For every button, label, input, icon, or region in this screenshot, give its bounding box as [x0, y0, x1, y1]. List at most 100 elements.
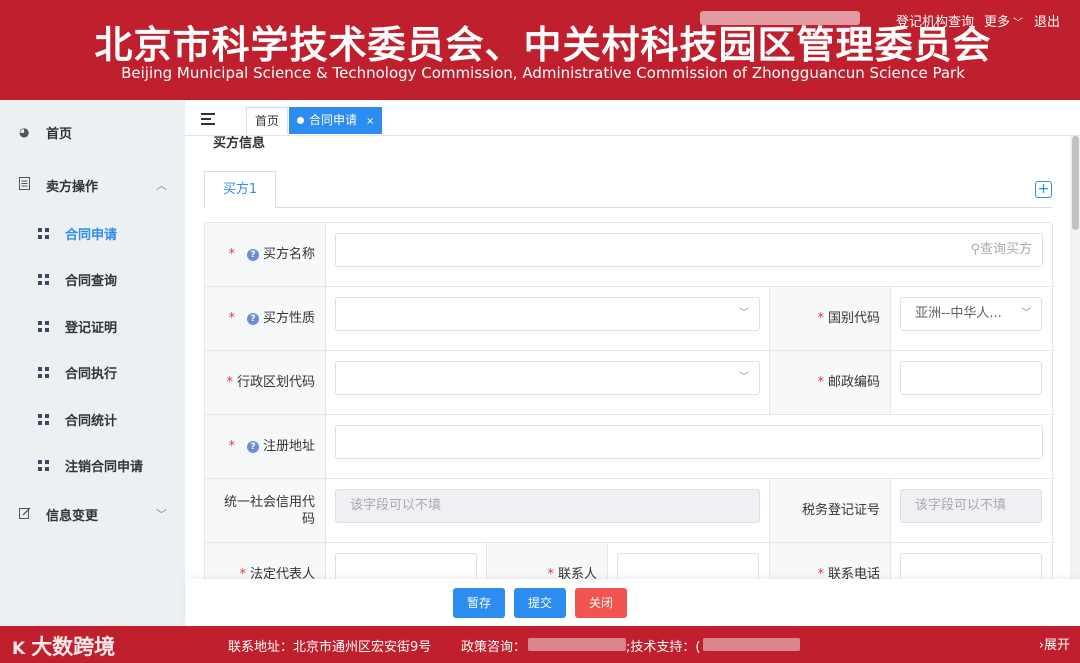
tab-contract-apply[interactable]: 合同申请 ×: [289, 107, 383, 134]
buyer-name-input[interactable]: ⚲查询买方: [335, 233, 1043, 267]
sidebar-item-label: 信息变更: [46, 508, 99, 524]
sidebar-item-label: 登记证明: [65, 320, 118, 336]
search-button[interactable]: ⚲查询买方: [970, 234, 1032, 266]
legal-rep-input[interactable]: [335, 553, 477, 579]
reg-address-label: *? 注册地址: [228, 439, 315, 454]
buyer-nature-label: *? 买方性质: [228, 311, 315, 326]
vertical-scrollbar[interactable]: [1070, 136, 1080, 579]
edit-icon: [19, 507, 31, 522]
expand-toggle[interactable]: ›展开: [1039, 634, 1070, 653]
sidebar-item-label: 首页: [46, 126, 73, 142]
sidebar-item-label: 合同执行: [65, 366, 118, 382]
country-code-select[interactable]: 亚洲--中华人... ﹀: [900, 297, 1042, 331]
tab-divider: [204, 207, 1052, 208]
postal-code-input[interactable]: [900, 361, 1042, 395]
help-icon[interactable]: ?: [246, 248, 259, 261]
buyer-name-label: *? 买方名称: [228, 247, 315, 262]
country-code-label: * 国别代码: [817, 311, 880, 326]
close-button[interactable]: 关闭: [575, 588, 627, 618]
footer-logo: K 大数跨境: [12, 635, 116, 659]
form-label-cell: * 联系电话: [770, 543, 891, 579]
admin-code-select[interactable]: ﹀: [335, 361, 760, 395]
footer-tech-label: ;技术支持：(: [626, 640, 701, 655]
form-label-cell: * 法定代表人: [205, 543, 326, 579]
chevron-down-icon: ﹀: [739, 372, 749, 383]
site-title-en: Beijing Municipal Science & Technology C…: [121, 64, 965, 82]
add-buyer-button[interactable]: +: [1035, 181, 1052, 198]
tax-no-input[interactable]: 该字段可以不填: [900, 489, 1042, 523]
sidebar-item-contract-query[interactable]: 合同查询: [0, 256, 185, 302]
buyer-form: *? 买方名称 ⚲查询买方 *? 买方性质 ﹀ * 国别代码 亚洲--中华人... ﹀ …: [204, 222, 1053, 579]
postal-code-label: * 邮政编码: [817, 375, 880, 390]
footer-policy-label: 政策咨询：: [461, 640, 527, 655]
sidebar-item-registration-cert[interactable]: 登记证明: [0, 303, 185, 349]
form-label-cell: * 邮政编码: [770, 351, 891, 415]
form-value-cell: 该字段可以不填: [326, 479, 770, 543]
sidebar-group-seller-ops[interactable]: 卖方操作 ︿: [0, 162, 185, 208]
sidebar-item-label: 合同申请: [65, 227, 118, 243]
reg-address-input[interactable]: [335, 425, 1043, 459]
redacted-text: [703, 638, 800, 651]
sidebar-item-contract-stats[interactable]: 合同统计: [0, 396, 185, 442]
credit-code-input[interactable]: 该字段可以不填: [335, 489, 760, 523]
sidebar-item-contract-execution[interactable]: 合同执行: [0, 349, 185, 395]
site-header: 北京市科学技术委员会、中关村科技园区管理委员会 Beijing Municipa…: [0, 0, 1080, 100]
save-draft-button[interactable]: 暂存: [453, 588, 505, 618]
active-dot-icon: [297, 117, 304, 124]
sidebar-item-label: 注销合同申请: [65, 459, 144, 475]
site-footer: K 大数跨境 联系地址：北京市通州区宏安街9号 政策咨询： ;技术支持：( ›展开: [0, 626, 1080, 663]
redacted-text: [700, 11, 860, 25]
form-value-cell: 该字段可以不填: [891, 479, 1053, 543]
sidebar: ◕ 首页 卖方操作 ︿ 合同申请 合同查询 登记证明 合同执行 合同统计 注销合…: [0, 100, 185, 626]
logout-link[interactable]: 退出: [1034, 11, 1060, 30]
section-title: 买方信息: [213, 136, 266, 151]
form-label-cell: * 国别代码: [770, 287, 891, 351]
redacted-text: [528, 638, 626, 651]
help-icon[interactable]: ?: [246, 440, 259, 453]
form-value-cell: ﹀: [326, 351, 770, 415]
tab-buyer-1[interactable]: 买方1: [204, 171, 276, 208]
form-label-cell: * 联系人: [487, 543, 608, 579]
more-label: 更多: [984, 15, 1011, 30]
site-title-cn: 北京市科学技术委员会、中关村科技园区管理委员会: [94, 23, 992, 67]
grid-icon: [38, 320, 49, 332]
form-value-cell: [608, 543, 770, 579]
sidebar-item-home[interactable]: ◕ 首页: [0, 109, 185, 155]
help-icon[interactable]: ?: [246, 312, 259, 325]
form-value-cell: [326, 543, 487, 579]
buyer-nature-select[interactable]: ﹀: [335, 297, 760, 331]
close-icon[interactable]: ×: [366, 116, 374, 127]
credit-code-label: 统一社会信用代码: [223, 494, 315, 527]
scrollbar-thumb[interactable]: [1072, 136, 1079, 230]
sidebar-item-contract-apply[interactable]: 合同申请: [0, 210, 185, 256]
chevron-down-icon: ﹀: [739, 308, 749, 319]
form-label-cell: *? 买方性质: [205, 287, 326, 351]
form-value-cell: [326, 415, 1053, 479]
phone-label: * 联系电话: [817, 567, 880, 579]
contact-input[interactable]: [617, 553, 759, 579]
grid-icon: [38, 459, 49, 471]
tab-home[interactable]: 首页: [246, 107, 289, 134]
form-value-cell: ⚲查询买方: [326, 223, 1053, 287]
form-value-cell: 亚洲--中华人... ﹀: [891, 287, 1053, 351]
form-label-cell: *? 注册地址: [205, 415, 326, 479]
sidebar-item-cancel-contract[interactable]: 注销合同申请: [0, 442, 185, 488]
registry-query-link[interactable]: 登记机构查询: [896, 11, 974, 30]
legal-rep-label: * 法定代表人: [239, 567, 315, 579]
phone-input[interactable]: [900, 553, 1042, 579]
tax-no-label: 税务登记证号: [801, 503, 880, 518]
form-value-cell: [891, 543, 1053, 579]
admin-code-label: * 行政区划代码: [226, 375, 315, 390]
more-menu[interactable]: 更多 ﹀: [984, 11, 1023, 30]
menu-toggle-icon[interactable]: [201, 113, 217, 125]
submit-button[interactable]: 提交: [514, 588, 566, 618]
search-icon: ⚲: [970, 242, 980, 257]
sidebar-group-info-change[interactable]: 信息变更 ﹀: [0, 491, 185, 537]
tab-bar: 首页 合同申请 ×: [185, 100, 1080, 136]
sidebar-item-label: 合同统计: [65, 413, 118, 429]
document-icon: [19, 177, 30, 193]
form-value-cell: [891, 351, 1053, 415]
main-content: 买方信息 买方1 + *? 买方名称 ⚲查询买方 *? 买方性质 ﹀ * 国别代码 亚…: [185, 136, 1080, 579]
footer-address: 联系地址：北京市通州区宏安街9号: [228, 640, 432, 655]
grid-icon: [38, 366, 49, 378]
